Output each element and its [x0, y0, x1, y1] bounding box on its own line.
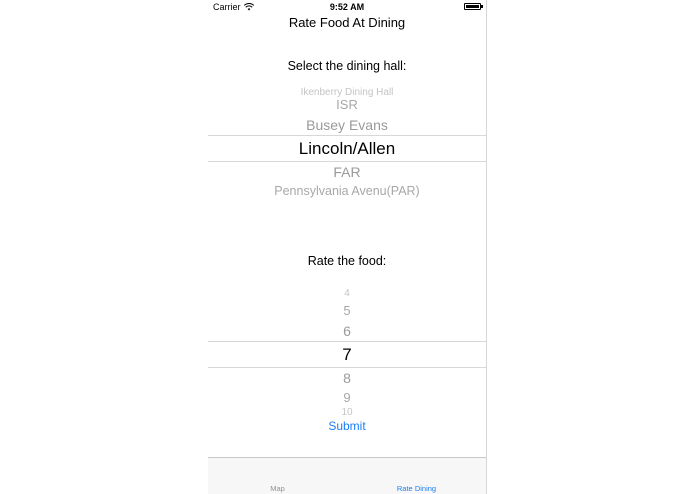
submit-button[interactable]: Submit	[208, 419, 486, 433]
rating-picker[interactable]: 4 5 6 7 8 9 10	[208, 284, 486, 416]
tab-bar: Map Rate Dining	[208, 457, 486, 494]
picker-option[interactable]: Busey Evans	[208, 117, 486, 133]
picker-option[interactable]: 8	[208, 370, 486, 386]
rate-food-label: Rate the food:	[307, 254, 387, 268]
dining-hall-label: Select the dining hall:	[287, 59, 407, 73]
picker-option[interactable]: 4	[208, 288, 486, 297]
picker-option[interactable]: FAR	[208, 164, 486, 180]
picker-option[interactable]: Pennsylvania Avenu(PAR)	[208, 184, 486, 198]
page: Carrier 9:52 AM Rate Food At Dining Sele…	[0, 0, 695, 494]
picker-option-selected[interactable]: Lincoln/Allen	[208, 139, 486, 159]
tab-rate-dining[interactable]: Rate Dining	[347, 458, 486, 494]
picker-option[interactable]: 6	[208, 323, 486, 339]
tab-label: Rate Dining	[396, 484, 437, 493]
tab-map[interactable]: Map	[208, 458, 347, 494]
picker-selection-line-top	[208, 135, 486, 136]
picker-option[interactable]: 10	[208, 407, 486, 416]
tab-label: Map	[270, 484, 285, 493]
picker-selection-line-top	[208, 341, 486, 342]
battery-icon	[464, 3, 483, 10]
status-bar: Carrier 9:52 AM	[208, 0, 486, 14]
picker-selection-line-bottom	[208, 367, 486, 368]
picker-selection-line-bottom	[208, 161, 486, 162]
picker-option[interactable]: ISR	[208, 97, 486, 112]
picker-option[interactable]: Ikenberry Dining Hall	[208, 87, 486, 97]
picker-option[interactable]: 9	[208, 390, 486, 405]
page-title: Rate Food At Dining	[288, 15, 406, 30]
dining-hall-picker[interactable]: Ikenberry Dining Hall ISR Busey Evans Li…	[208, 84, 486, 209]
picker-option[interactable]: 5	[208, 303, 486, 318]
clock: 9:52 AM	[329, 2, 365, 12]
picker-option-selected[interactable]: 7	[208, 345, 486, 365]
phone-screen: Carrier 9:52 AM Rate Food At Dining Sele…	[208, 0, 487, 494]
